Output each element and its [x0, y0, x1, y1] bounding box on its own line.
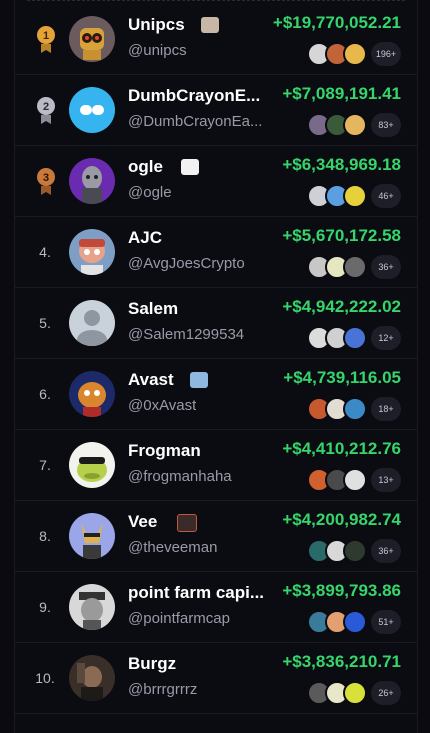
leaderboard-row[interactable]: 6. Avast @0xAvast +$4,739,116.05 18+	[15, 359, 417, 430]
svg-text:3: 3	[43, 172, 49, 184]
token-icon	[343, 539, 367, 563]
trader-name[interactable]: Burgz	[128, 654, 176, 674]
trader-name[interactable]: Vee	[128, 512, 157, 532]
leaderboard-panel: 1 Unipcs @unipcs +$19,770,052.21 196+ 2 …	[14, 0, 418, 733]
token-icon	[343, 255, 367, 279]
more-tokens-count[interactable]: 36+	[371, 539, 401, 563]
trader-handle[interactable]: @unipcs	[128, 42, 187, 59]
trader-name[interactable]: Unipcs	[128, 15, 185, 35]
avatar[interactable]	[69, 513, 115, 559]
leaderboard-row[interactable]: 4. AJC @AvgJoesCrypto +$5,670,172.58 36+	[15, 217, 417, 288]
more-tokens-count[interactable]: 13+	[371, 468, 401, 492]
trader-handle[interactable]: @brrrgrrrz	[128, 681, 197, 698]
trader-handle[interactable]: @theveeman	[128, 539, 217, 556]
gold-medal-icon: 1	[37, 26, 55, 53]
token-holdings[interactable]: 36+	[307, 539, 401, 563]
leaderboard-row[interactable]: 2 DumbCrayonE... @DumbCrayonEa... +$7,08…	[15, 75, 417, 146]
rank-number: 6.	[39, 386, 51, 402]
trader-name[interactable]: DumbCrayonE...	[128, 86, 260, 106]
pnl-value: +$3,899,793.86	[282, 581, 401, 600]
more-tokens-count[interactable]: 18+	[371, 397, 401, 421]
bronze-medal-icon: 3	[37, 168, 55, 195]
more-tokens-count[interactable]: 36+	[371, 255, 401, 279]
rank-number: 10.	[35, 670, 55, 686]
top-divider	[27, 0, 405, 1]
leaderboard-row[interactable]: 5. Salem @Salem1299534 +$4,942,222.02 12…	[15, 288, 417, 359]
trader-name[interactable]: Frogman	[128, 441, 201, 461]
token-holdings[interactable]: 83+	[307, 113, 401, 137]
pnl-value: +$3,836,210.71	[282, 652, 401, 671]
token-icon	[343, 42, 367, 66]
avatar[interactable]	[69, 584, 115, 630]
token-icon	[343, 681, 367, 705]
token-icon	[343, 397, 367, 421]
token-holdings[interactable]: 36+	[307, 255, 401, 279]
token-holdings[interactable]: 12+	[307, 326, 401, 350]
avatar[interactable]	[69, 87, 115, 133]
pnl-value: +$6,348,969.18	[282, 155, 401, 174]
avatar[interactable]	[69, 229, 115, 275]
trader-name[interactable]: Salem	[128, 299, 178, 319]
token-icon	[343, 468, 367, 492]
pnl-value: +$19,770,052.21	[272, 13, 401, 32]
avatar[interactable]	[69, 158, 115, 204]
rank-number: 9.	[39, 599, 51, 615]
pnl-value: +$4,410,212.76	[282, 439, 401, 458]
trader-handle[interactable]: @Salem1299534	[128, 326, 244, 343]
rank-number: 5.	[39, 315, 51, 331]
token-icon	[343, 610, 367, 634]
profile-badge-icon	[201, 17, 219, 33]
token-holdings[interactable]: 46+	[307, 184, 401, 208]
token-icon	[343, 184, 367, 208]
token-icon	[343, 113, 367, 137]
leaderboard-row[interactable]: 7. Frogman @frogmanhaha +$4,410,212.76 1…	[15, 430, 417, 501]
avatar[interactable]	[69, 442, 115, 488]
svg-text:1: 1	[43, 30, 49, 42]
rank-number: 8.	[39, 528, 51, 544]
avatar[interactable]	[69, 16, 115, 62]
trader-handle[interactable]: @0xAvast	[128, 397, 196, 414]
leaderboard-row[interactable]: 1 Unipcs @unipcs +$19,770,052.21 196+	[15, 4, 417, 75]
pnl-value: +$5,670,172.58	[282, 226, 401, 245]
token-icon	[343, 326, 367, 350]
avatar[interactable]	[69, 371, 115, 417]
leaderboard-row[interactable]: 3 ogle @ogle +$6,348,969.18 46+	[15, 146, 417, 217]
pnl-value: +$4,942,222.02	[282, 297, 401, 316]
profile-badge-icon	[177, 514, 197, 532]
rank-number: 7.	[39, 457, 51, 473]
cat-badge-icon	[181, 159, 199, 175]
token-holdings[interactable]: 51+	[307, 610, 401, 634]
more-tokens-count[interactable]: 51+	[371, 610, 401, 634]
trader-name[interactable]: AJC	[128, 228, 162, 248]
trader-handle[interactable]: @ogle	[128, 184, 172, 201]
token-holdings[interactable]: 26+	[307, 681, 401, 705]
trader-handle[interactable]: @pointfarmcap	[128, 610, 230, 627]
rank-number: 4.	[39, 244, 51, 260]
pnl-value: +$4,739,116.05	[283, 368, 401, 387]
trader-handle[interactable]: @DumbCrayonEa...	[128, 113, 262, 130]
leaderboard-row[interactable]: 10. Burgz @brrrgrrrz +$3,836,210.71 26+	[15, 643, 417, 714]
trader-handle[interactable]: @AvgJoesCrypto	[128, 255, 245, 272]
default-avatar-icon[interactable]	[69, 300, 115, 346]
profile-badge-icon	[190, 372, 208, 388]
more-tokens-count[interactable]: 83+	[371, 113, 401, 137]
avatar[interactable]	[69, 655, 115, 701]
svg-text:2: 2	[43, 101, 49, 113]
trader-name[interactable]: point farm capi...	[128, 583, 263, 603]
leaderboard-row[interactable]: 9. point farm capi... @pointfarmcap +$3,…	[15, 572, 417, 643]
trader-handle[interactable]: @frogmanhaha	[128, 468, 232, 485]
token-holdings[interactable]: 196+	[307, 42, 401, 66]
more-tokens-count[interactable]: 26+	[371, 681, 401, 705]
pnl-value: +$4,200,982.74	[282, 510, 401, 529]
more-tokens-count[interactable]: 12+	[371, 326, 401, 350]
trader-name[interactable]: Avast	[128, 370, 174, 390]
trader-name[interactable]: ogle	[128, 157, 163, 177]
more-tokens-count[interactable]: 46+	[371, 184, 401, 208]
silver-medal-icon: 2	[37, 97, 55, 124]
token-holdings[interactable]: 18+	[307, 397, 401, 421]
token-holdings[interactable]: 13+	[307, 468, 401, 492]
leaderboard-row[interactable]: 8. Vee @theveeman +$4,200,982.74 36+	[15, 501, 417, 572]
pnl-value: +$7,089,191.41	[282, 84, 401, 103]
more-tokens-count[interactable]: 196+	[371, 42, 401, 66]
